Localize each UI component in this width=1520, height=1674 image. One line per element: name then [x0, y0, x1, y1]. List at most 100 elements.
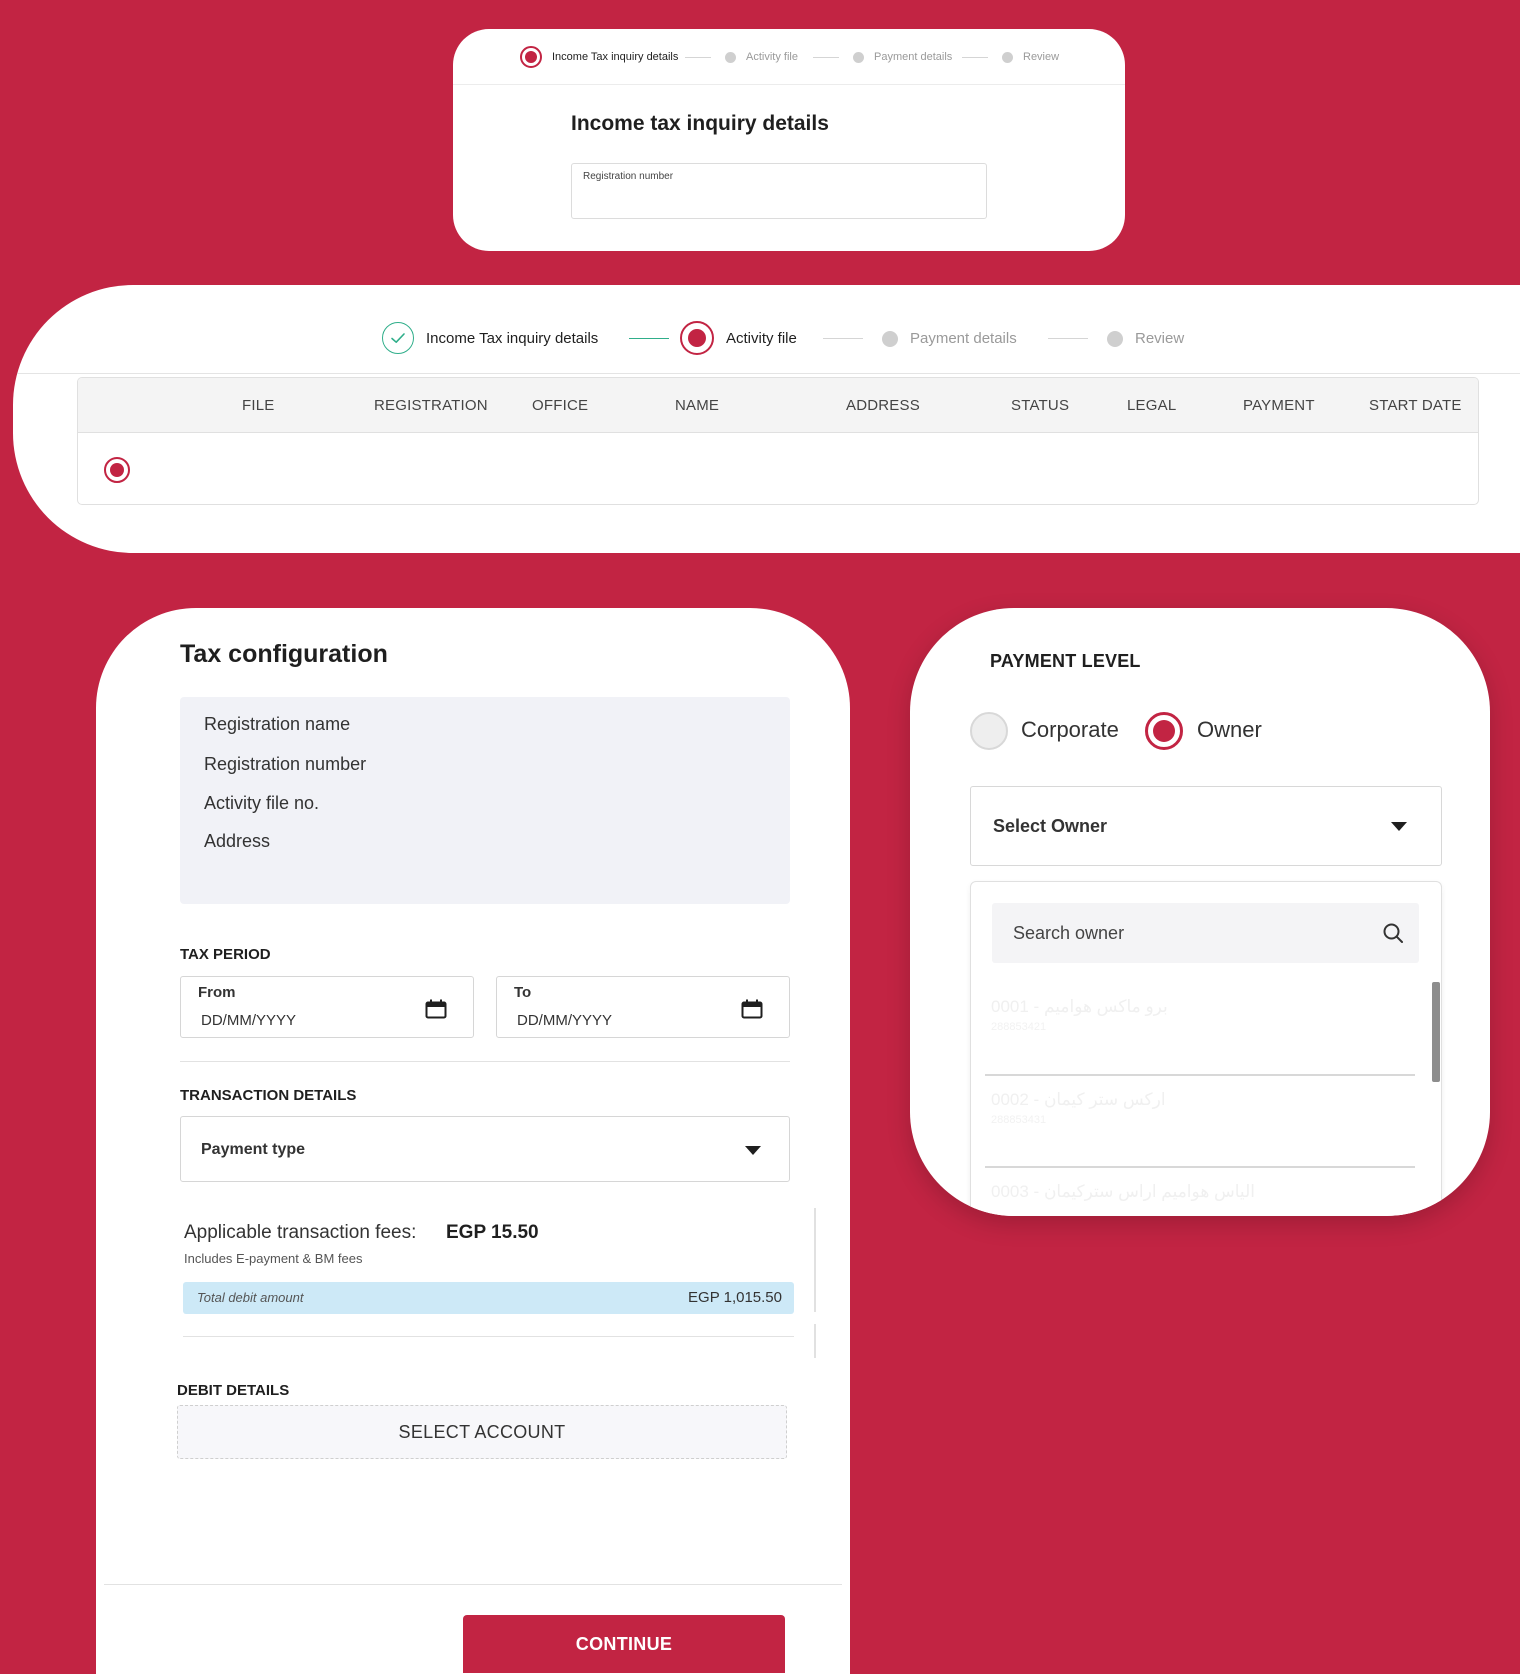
step-active-indicator — [520, 46, 542, 68]
transaction-details-label: TRANSACTION DETAILS — [180, 1087, 357, 1104]
step-connector — [1048, 338, 1088, 339]
payment-type-select[interactable]: Payment type — [180, 1116, 790, 1182]
from-date-field[interactable]: From DD/MM/YYYY — [180, 976, 474, 1038]
owner-radio[interactable] — [1145, 712, 1183, 750]
list-divider — [985, 1166, 1415, 1168]
step-connector — [813, 57, 839, 58]
payment-level-card: PAYMENT LEVEL Corporate Owner Select Own… — [910, 608, 1490, 1216]
owner-label[interactable]: Owner — [1197, 717, 1262, 743]
select-owner-dropdown[interactable]: Select Owner — [970, 786, 1442, 866]
page-title: Income tax inquiry details — [571, 112, 829, 135]
corporate-radio[interactable] — [970, 712, 1008, 750]
list-divider — [985, 1074, 1415, 1076]
owner-id: 288853431 — [991, 1114, 1047, 1126]
step-activity[interactable]: Activity file — [680, 321, 797, 355]
step-label: Income Tax inquiry details — [552, 51, 679, 63]
select-value: Select Owner — [993, 816, 1108, 836]
section-divider — [183, 1336, 794, 1337]
info-address: Address — [204, 831, 271, 851]
date-label: To — [514, 984, 532, 1001]
list-item[interactable]: 0001 - برو ماكس هواميم 288853421 — [985, 997, 1419, 1057]
table-header: FILE REGISTRATION OFFICE NAME ADDRESS ST… — [78, 378, 1478, 433]
step-payment[interactable]: Payment details — [853, 51, 952, 63]
total-debit-bar: Total debit amount EGP 1,015.50 — [183, 1282, 794, 1314]
tax-period-label: TAX PERIOD — [180, 946, 271, 963]
step-label: Review — [1135, 330, 1185, 347]
total-debit-label: Total debit amount — [197, 1290, 304, 1305]
step-label: Review — [1023, 51, 1060, 63]
step-label: Activity file — [746, 51, 798, 63]
owner-name: 0002 - اركس ستر كيمان — [991, 1090, 1166, 1109]
step-connector — [962, 57, 988, 58]
fees-note: Includes E-payment & BM fees — [184, 1251, 363, 1266]
footer-divider — [104, 1584, 842, 1585]
activity-file-table: FILE REGISTRATION OFFICE NAME ADDRESS ST… — [77, 377, 1479, 505]
step-review[interactable]: Review — [1002, 51, 1059, 63]
registration-number-input[interactable]: Registration number — [571, 163, 987, 219]
step-connector — [823, 338, 863, 339]
stepper: Income Tax inquiry details Activity file… — [453, 29, 1125, 85]
row-select-radio[interactable] — [104, 457, 130, 483]
step-review[interactable]: Review — [1107, 330, 1184, 347]
calendar-icon[interactable] — [741, 999, 763, 1019]
step-label: Payment details — [874, 51, 953, 63]
step-label: Income Tax inquiry details — [426, 329, 599, 347]
continue-button[interactable]: CONTINUE — [463, 1615, 785, 1673]
calendar-icon[interactable] — [425, 999, 447, 1019]
fees-label: Applicable transaction fees: — [184, 1222, 417, 1243]
fees-value: EGP 15.50 — [446, 1222, 539, 1243]
date-placeholder: DD/MM/YYYY — [517, 1012, 613, 1029]
column-header-status[interactable]: STATUS — [1011, 397, 1069, 414]
total-debit-value: EGP 1,015.50 — [688, 1289, 782, 1306]
step-activity[interactable]: Activity file — [725, 51, 798, 63]
section-divider — [180, 1061, 790, 1062]
button-label: CONTINUE — [575, 1634, 673, 1654]
debit-details-label: DEBIT DETAILS — [177, 1382, 290, 1399]
step-inquiry[interactable]: Income Tax inquiry details — [382, 322, 598, 354]
button-label: SELECT ACCOUNT — [398, 1422, 566, 1442]
info-registration-name: Registration name — [204, 714, 351, 734]
registration-info-box: Registration name Registration number Ac… — [180, 697, 790, 904]
search-icon[interactable] — [1381, 921, 1405, 945]
list-item[interactable]: 0003 - الياس هواميم اراس ستركيمان — [985, 1182, 1419, 1216]
column-header-office[interactable]: OFFICE — [532, 397, 588, 414]
select-account-button[interactable]: SELECT ACCOUNT — [177, 1405, 787, 1459]
column-header-legal[interactable]: LEGAL — [1127, 397, 1176, 414]
column-header-payment[interactable]: PAYMENT — [1243, 397, 1315, 414]
inquiry-card: Income Tax inquiry details Activity file… — [453, 29, 1125, 251]
page-title: Tax configuration — [180, 640, 388, 668]
list-item[interactable]: 0002 - اركس ستر كيمان 288853431 — [985, 1090, 1419, 1150]
step-connector — [685, 57, 711, 58]
search-owner-input[interactable]: Search owner — [992, 903, 1419, 963]
step-pending-indicator — [1002, 51, 1013, 63]
to-date-field[interactable]: To DD/MM/YYYY — [496, 976, 790, 1038]
check-icon — [382, 322, 414, 354]
step-pending-indicator — [853, 51, 864, 63]
corporate-label[interactable]: Corporate — [1021, 717, 1119, 743]
column-header-start-date[interactable]: START DATE — [1369, 397, 1462, 414]
column-header-name[interactable]: NAME — [675, 397, 719, 414]
date-placeholder: DD/MM/YYYY — [201, 1012, 297, 1029]
decorative-edge — [814, 1208, 816, 1312]
column-header-address[interactable]: ADDRESS — [846, 397, 920, 414]
column-header-registration[interactable]: REGISTRATION — [374, 397, 488, 414]
step-pending-indicator — [725, 51, 736, 63]
column-header-file[interactable]: FILE — [242, 397, 274, 414]
step-active-indicator — [680, 321, 714, 355]
owner-id: 288853421 — [991, 1021, 1047, 1033]
owner-dropdown-menu: Search owner 0001 - برو ماكس هواميم 2888… — [970, 881, 1442, 1216]
select-value: Payment type — [201, 1141, 306, 1158]
chevron-down-icon — [745, 1146, 761, 1155]
step-inquiry[interactable]: Income Tax inquiry details — [520, 46, 678, 68]
info-registration-number: Registration number — [204, 754, 367, 774]
info-activity-file: Activity file no. — [204, 793, 320, 813]
scrollbar-thumb[interactable] — [1432, 982, 1440, 1082]
step-payment[interactable]: Payment details — [882, 330, 1017, 347]
step-pending-indicator — [1107, 330, 1123, 347]
search-placeholder: Search owner — [1013, 923, 1125, 943]
step-label: Activity file — [726, 329, 797, 347]
tax-configuration-card: Tax configuration Registration name Regi… — [96, 608, 850, 1674]
scrollbar[interactable] — [1432, 982, 1440, 1216]
stepper: Income Tax inquiry details Activity file… — [13, 285, 1520, 374]
step-connector — [629, 338, 669, 339]
